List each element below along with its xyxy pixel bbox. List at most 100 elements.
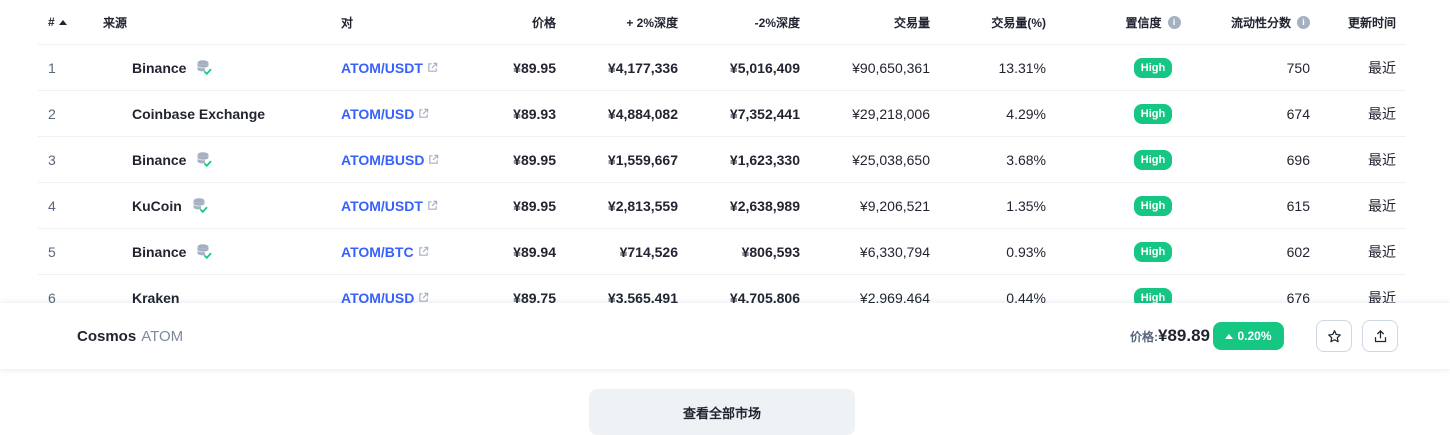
coin-title: Cosmos ATOM bbox=[77, 303, 183, 369]
price-cell: ¥89.93 bbox=[513, 105, 556, 122]
price-change-value: 0.20% bbox=[1237, 329, 1272, 343]
updated-cell: 最近 bbox=[1368, 151, 1396, 168]
external-link-icon bbox=[429, 154, 439, 164]
plus-depth-cell: ¥1,559,667 bbox=[607, 151, 678, 168]
info-icon[interactable]: i bbox=[1297, 15, 1310, 29]
exchange-name: Binance bbox=[132, 59, 187, 76]
liquidity-cell: 602 bbox=[1286, 243, 1310, 260]
volume-pct-cell: 4.29% bbox=[1006, 105, 1046, 122]
exchange-name: Coinbase Exchange bbox=[132, 105, 266, 122]
info-icon[interactable]: i bbox=[1167, 15, 1181, 29]
pair-label: ATOM/USDT bbox=[341, 197, 423, 214]
verified-reserves-icon[interactable] bbox=[192, 197, 208, 214]
row-number: 1 bbox=[48, 59, 56, 76]
pair-label: ATOM/USD bbox=[341, 105, 415, 122]
pair-link[interactable]: ATOM/USDT bbox=[341, 45, 438, 90]
header-liquidity[interactable]: 流动性分数 i bbox=[1231, 0, 1310, 44]
liquidity-cell: 615 bbox=[1286, 197, 1310, 214]
plus-depth-cell: ¥2,813,559 bbox=[607, 197, 678, 214]
external-link-icon bbox=[428, 200, 438, 210]
row-number: 3 bbox=[48, 151, 56, 168]
volume-pct-cell: 13.31% bbox=[998, 59, 1046, 76]
markets-table: # 来源 对 价格 + 2%深度 -2%深度 交易量 交易量(%) 置信度 i 流… bbox=[38, 0, 1406, 321]
header-plus-depth[interactable]: + 2%深度 bbox=[626, 0, 678, 44]
coin-price: 价格: ¥89.89 bbox=[1130, 303, 1210, 369]
source-cell[interactable]: Binance bbox=[132, 229, 213, 274]
price-cell: ¥89.95 bbox=[513, 151, 556, 168]
pair-link[interactable]: ATOM/USD bbox=[341, 91, 429, 136]
confidence-badge: High bbox=[1133, 149, 1173, 170]
minus-depth-cell: ¥5,016,409 bbox=[729, 59, 800, 76]
verified-reserves-icon[interactable] bbox=[196, 59, 213, 76]
external-link-icon bbox=[419, 292, 429, 302]
header-volume[interactable]: 交易量 bbox=[894, 0, 930, 44]
liquidity-cell: 750 bbox=[1286, 59, 1310, 76]
sort-asc-icon bbox=[58, 19, 67, 25]
header-price[interactable]: 价格 bbox=[532, 0, 556, 44]
header-confidence-label: 置信度 bbox=[1125, 15, 1162, 30]
plus-depth-cell: ¥4,177,336 bbox=[607, 59, 678, 76]
confidence-badge: High bbox=[1133, 103, 1173, 124]
confidence-cell: High bbox=[1099, 137, 1207, 182]
volume-cell: ¥9,206,521 bbox=[859, 197, 930, 214]
minus-depth-cell: ¥7,352,441 bbox=[729, 105, 800, 122]
confidence-badge: High bbox=[1133, 57, 1173, 78]
minus-depth-cell: ¥806,593 bbox=[741, 243, 800, 260]
row-number: 5 bbox=[48, 243, 56, 260]
table-row[interactable]: 4 KuCoin ATOM/USDT ¥89.95 ¥2,813,559 ¥2,… bbox=[38, 183, 1406, 229]
table-row[interactable]: 5 Binance ATOM/BTC ¥89.94 ¥714,526 ¥806,… bbox=[38, 229, 1406, 275]
header-liquidity-label: 流动性分数 bbox=[1230, 15, 1291, 30]
price-change-badge: 0.20% bbox=[1213, 322, 1284, 350]
price-label: 价格: bbox=[1130, 329, 1158, 344]
source-cell[interactable]: Binance bbox=[132, 45, 213, 90]
caret-up-icon bbox=[1225, 333, 1234, 339]
pair-label: ATOM/USDT bbox=[341, 59, 423, 76]
plus-depth-cell: ¥714,526 bbox=[619, 243, 678, 260]
minus-depth-cell: ¥2,638,989 bbox=[729, 197, 800, 214]
verified-reserves-icon[interactable] bbox=[196, 151, 213, 168]
view-all-markets-button[interactable]: 查看全部市场 bbox=[589, 389, 855, 435]
pair-link[interactable]: ATOM/BTC bbox=[341, 229, 429, 274]
table-row[interactable]: 2 Coinbase Exchange ATOM/USD ¥89.93 ¥4,8… bbox=[38, 91, 1406, 137]
table-row[interactable]: 1 Binance ATOM/USDT ¥89.95 ¥4,177,336 ¥5… bbox=[38, 45, 1406, 91]
star-icon bbox=[1327, 329, 1341, 342]
volume-pct-cell: 1.35% bbox=[1006, 197, 1046, 214]
price-cell: ¥89.95 bbox=[513, 59, 556, 76]
confidence-cell: High bbox=[1099, 183, 1207, 228]
pair-label: ATOM/BTC bbox=[341, 243, 414, 260]
source-cell[interactable]: Binance bbox=[132, 137, 213, 182]
pair-link[interactable]: ATOM/USDT bbox=[341, 183, 438, 228]
header-updated[interactable]: 更新时间 bbox=[1348, 0, 1396, 44]
pair-link[interactable]: ATOM/BUSD bbox=[341, 137, 439, 182]
share-button[interactable] bbox=[1362, 320, 1398, 352]
price-value: ¥89.89 bbox=[1158, 326, 1210, 345]
plus-depth-cell: ¥4,884,082 bbox=[607, 105, 678, 122]
source-cell[interactable]: Coinbase Exchange bbox=[132, 91, 265, 136]
volume-cell: ¥90,650,361 bbox=[852, 59, 930, 76]
updated-cell: 最近 bbox=[1368, 105, 1396, 122]
header-num[interactable]: # bbox=[48, 0, 67, 44]
confidence-cell: High bbox=[1099, 45, 1207, 90]
header-confidence[interactable]: 置信度 i bbox=[1099, 0, 1207, 44]
header-pair[interactable]: 对 bbox=[341, 0, 353, 44]
volume-cell: ¥25,038,650 bbox=[852, 151, 930, 168]
minus-depth-cell: ¥1,623,330 bbox=[729, 151, 800, 168]
row-number: 4 bbox=[48, 197, 56, 214]
volume-cell: ¥29,218,006 bbox=[852, 105, 930, 122]
header-volume-pct[interactable]: 交易量(%) bbox=[991, 0, 1046, 44]
pair-label: ATOM/BUSD bbox=[341, 151, 425, 168]
liquidity-cell: 674 bbox=[1286, 105, 1310, 122]
source-cell[interactable]: KuCoin bbox=[132, 183, 208, 228]
external-link-icon bbox=[428, 62, 438, 72]
coin-symbol: ATOM bbox=[141, 327, 184, 345]
watchlist-button[interactable] bbox=[1316, 320, 1352, 352]
verified-reserves-icon[interactable] bbox=[196, 243, 213, 260]
volume-cell: ¥6,330,794 bbox=[859, 243, 930, 260]
external-link-icon bbox=[418, 246, 428, 256]
header-minus-depth[interactable]: -2%深度 bbox=[755, 0, 800, 44]
external-link-icon bbox=[419, 108, 429, 118]
liquidity-cell: 696 bbox=[1286, 151, 1310, 168]
exchange-name: Binance bbox=[132, 151, 187, 168]
table-row[interactable]: 3 Binance ATOM/BUSD ¥89.95 ¥1,559,667 ¥1… bbox=[38, 137, 1406, 183]
header-source[interactable]: 来源 bbox=[103, 0, 127, 44]
